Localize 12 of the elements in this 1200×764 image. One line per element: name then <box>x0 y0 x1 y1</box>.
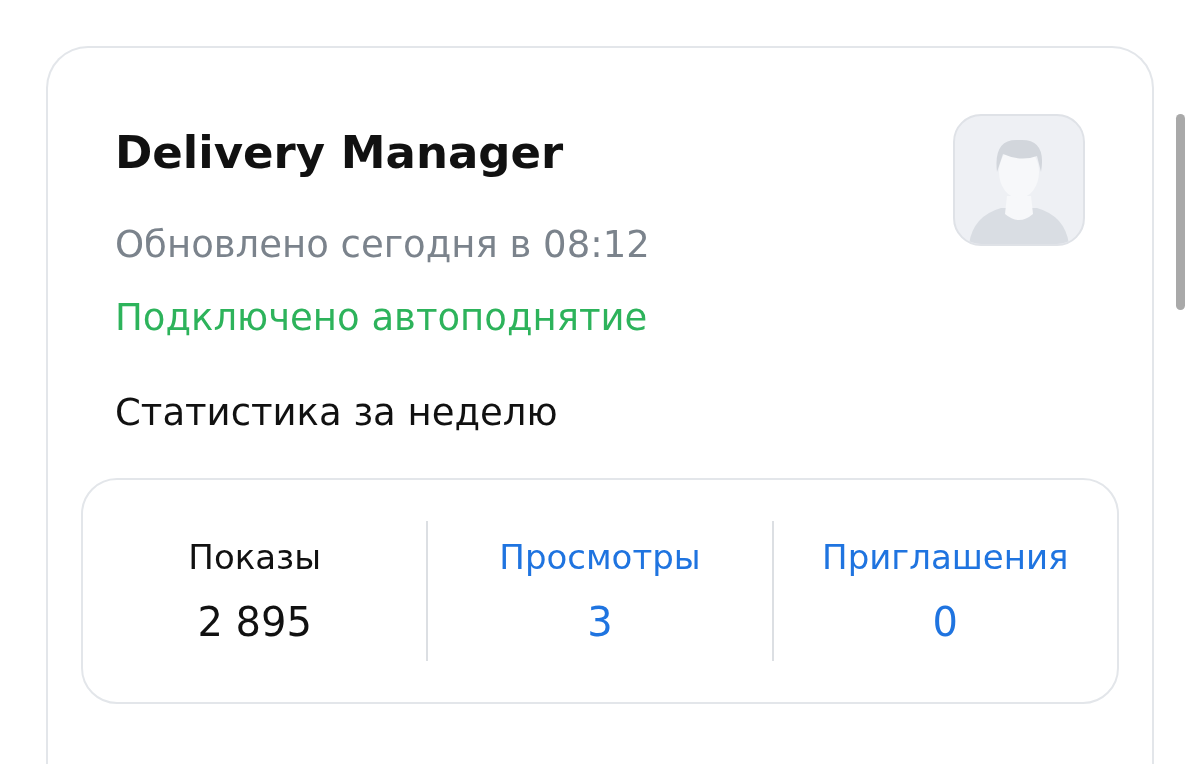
stat-link-label[interactable]: Приглашения <box>822 537 1069 577</box>
autoraise-status: Подключено автоподнятие <box>115 296 649 339</box>
stat-link-value[interactable]: 3 <box>587 599 613 645</box>
updated-text: Обновлено сегодня в 08:12 <box>115 223 650 266</box>
stat-label: Показы <box>188 537 321 577</box>
stat-link-value[interactable]: 0 <box>932 599 959 645</box>
stat-value: 2 895 <box>197 599 312 645</box>
section-heading: Статистика за неделю <box>115 391 559 434</box>
avatar-icon <box>953 114 1085 246</box>
job-title: Delivery Manager <box>115 126 565 179</box>
scrollbar[interactable] <box>1176 114 1185 310</box>
stat-link-label[interactable]: Просмотры <box>499 537 701 577</box>
